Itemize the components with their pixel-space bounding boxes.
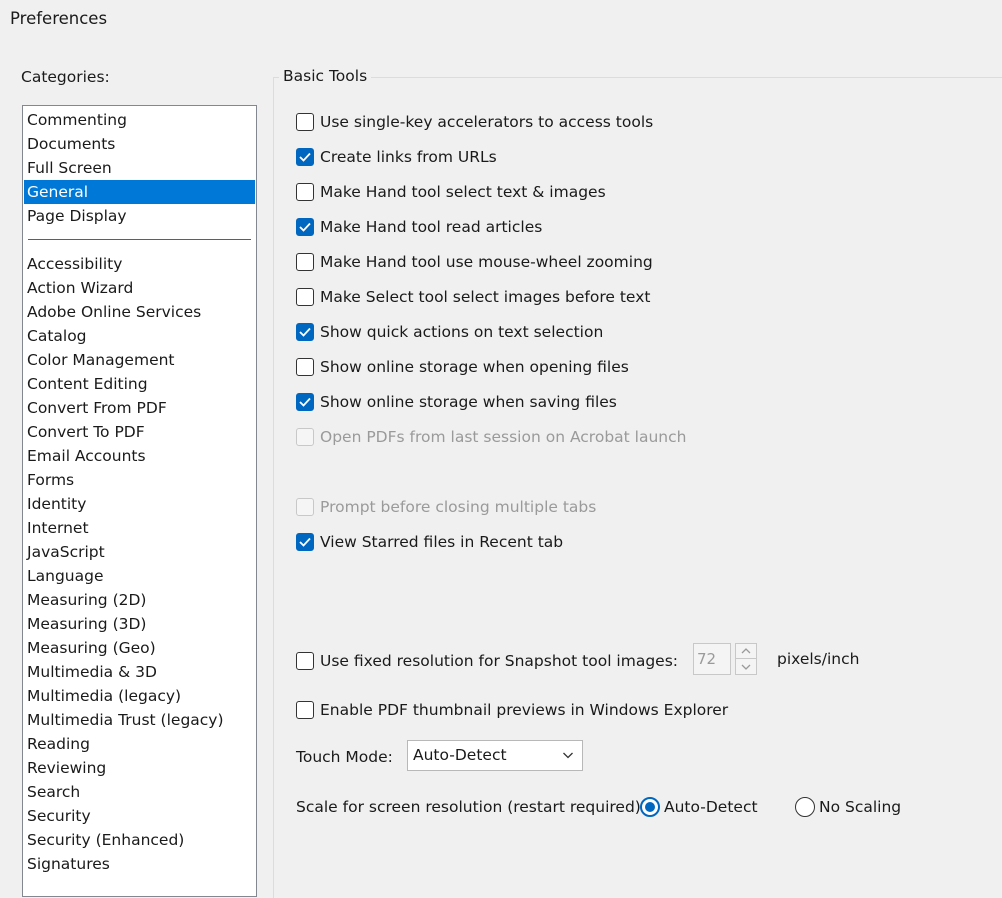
categories-list[interactable]: Commenting Documents Full Screen General… [22, 105, 257, 897]
snapshot-resolution-stepper [735, 643, 757, 675]
option-label: Make Hand tool read articles [320, 218, 543, 236]
option-label: Enable PDF thumbnail previews in Windows… [320, 701, 729, 719]
resolution-unit-label: pixels/inch [777, 650, 860, 668]
checkbox[interactable] [296, 358, 314, 376]
category-multimedia-trust-legacy[interactable]: Multimedia Trust (legacy) [24, 708, 255, 732]
checkbox[interactable] [296, 701, 314, 719]
chevron-down-icon [741, 664, 751, 670]
category-convert-from-pdf[interactable]: Convert From PDF [24, 396, 255, 420]
category-page-display[interactable]: Page Display [24, 204, 255, 228]
spin-down-button [735, 659, 757, 675]
option-label: Show online storage when opening files [320, 358, 629, 376]
option-label: Make Hand tool select text & images [320, 183, 606, 201]
snapshot-resolution-input: 72 [693, 643, 731, 675]
chevron-up-icon [741, 648, 751, 654]
option-label: Show quick actions on text selection [320, 323, 604, 341]
category-email-accounts[interactable]: Email Accounts [24, 444, 255, 468]
category-separator [28, 239, 251, 240]
option-label: View Starred files in Recent tab [320, 533, 564, 551]
category-reading[interactable]: Reading [24, 732, 255, 756]
radio-button[interactable] [795, 797, 815, 817]
category-full-screen[interactable]: Full Screen [24, 156, 255, 180]
category-search[interactable]: Search [24, 780, 255, 804]
category-content-editing[interactable]: Content Editing [24, 372, 255, 396]
category-accessibility[interactable]: Accessibility [24, 252, 255, 276]
category-documents[interactable]: Documents [24, 132, 255, 156]
checkbox[interactable] [296, 652, 314, 670]
option-select-tool-images-first[interactable]: Make Select tool select images before te… [296, 286, 650, 308]
option-starred-recent[interactable]: View Starred files in Recent tab [296, 531, 563, 553]
option-prompt-closing-tabs: Prompt before closing multiple tabs [296, 496, 596, 518]
category-security-enhanced[interactable]: Security (Enhanced) [24, 828, 255, 852]
category-multimedia-3d[interactable]: Multimedia & 3D [24, 660, 255, 684]
category-internet[interactable]: Internet [24, 516, 255, 540]
category-measuring-2d[interactable]: Measuring (2D) [24, 588, 255, 612]
basic-tools-title: Basic Tools [279, 67, 372, 85]
touch-mode-value: Auto-Detect [413, 746, 507, 764]
option-online-storage-opening[interactable]: Show online storage when opening files [296, 356, 629, 378]
radio-no-scaling[interactable]: No Scaling [795, 797, 901, 817]
option-hand-tool-wheel-zoom[interactable]: Make Hand tool use mouse-wheel zooming [296, 251, 653, 273]
checkbox[interactable] [296, 533, 314, 551]
option-label: Prompt before closing multiple tabs [320, 498, 597, 516]
option-label: Create links from URLs [320, 148, 497, 166]
checkbox[interactable] [296, 148, 314, 166]
option-create-links-from-urls[interactable]: Create links from URLs [296, 146, 497, 168]
category-commenting[interactable]: Commenting [24, 108, 255, 132]
category-security[interactable]: Security [24, 804, 255, 828]
checkbox[interactable] [296, 183, 314, 201]
chevron-down-icon [563, 752, 573, 759]
category-action-wizard[interactable]: Action Wizard [24, 276, 255, 300]
option-hand-tool-select-text[interactable]: Make Hand tool select text & images [296, 181, 606, 203]
categories-label: Categories: [21, 68, 110, 86]
window-title: Preferences [10, 9, 108, 28]
category-catalog[interactable]: Catalog [24, 324, 255, 348]
category-language[interactable]: Language [24, 564, 255, 588]
category-general[interactable]: General [24, 180, 255, 204]
option-thumbnail-previews[interactable]: Enable PDF thumbnail previews in Windows… [296, 699, 728, 721]
option-hand-tool-read-articles[interactable]: Make Hand tool read articles [296, 216, 542, 238]
option-label: Make Select tool select images before te… [320, 288, 651, 306]
option-label: Use fixed resolution for Snapshot tool i… [320, 652, 678, 670]
radio-label: No Scaling [819, 798, 902, 816]
title-bar: Preferences [0, 0, 1002, 40]
scale-label: Scale for screen resolution (restart req… [296, 798, 647, 816]
option-fixed-snapshot-resolution[interactable]: Use fixed resolution for Snapshot tool i… [296, 650, 678, 672]
category-identity[interactable]: Identity [24, 492, 255, 516]
radio-button[interactable] [640, 797, 660, 817]
option-quick-actions[interactable]: Show quick actions on text selection [296, 321, 603, 343]
category-color-management[interactable]: Color Management [24, 348, 255, 372]
radio-label: Auto-Detect [664, 798, 758, 816]
category-measuring-geo[interactable]: Measuring (Geo) [24, 636, 255, 660]
radio-auto-detect[interactable]: Auto-Detect [640, 797, 758, 817]
option-label: Make Hand tool use mouse-wheel zooming [320, 253, 653, 271]
checkbox[interactable] [296, 113, 314, 131]
checkbox [296, 428, 314, 446]
category-forms[interactable]: Forms [24, 468, 255, 492]
checkbox[interactable] [296, 218, 314, 236]
category-multimedia-legacy[interactable]: Multimedia (legacy) [24, 684, 255, 708]
category-javascript[interactable]: JavaScript [24, 540, 255, 564]
checkbox [296, 498, 314, 516]
category-reviewing[interactable]: Reviewing [24, 756, 255, 780]
checkbox[interactable] [296, 323, 314, 341]
touch-mode-label: Touch Mode: [296, 748, 393, 766]
checkbox[interactable] [296, 253, 314, 271]
option-label: Use single-key accelerators to access to… [320, 113, 654, 131]
category-convert-to-pdf[interactable]: Convert To PDF [24, 420, 255, 444]
option-label: Show online storage when saving files [320, 393, 617, 411]
checkbox[interactable] [296, 393, 314, 411]
option-single-key-accelerators[interactable]: Use single-key accelerators to access to… [296, 111, 653, 133]
spin-up-button [735, 643, 757, 659]
checkbox[interactable] [296, 288, 314, 306]
option-online-storage-saving[interactable]: Show online storage when saving files [296, 391, 617, 413]
option-label: Open PDFs from last session on Acrobat l… [320, 428, 687, 446]
option-open-last-session: Open PDFs from last session on Acrobat l… [296, 426, 686, 448]
category-adobe-online-services[interactable]: Adobe Online Services [24, 300, 255, 324]
touch-mode-select[interactable]: Auto-Detect [407, 740, 583, 771]
category-signatures[interactable]: Signatures [24, 852, 255, 876]
category-measuring-3d[interactable]: Measuring (3D) [24, 612, 255, 636]
